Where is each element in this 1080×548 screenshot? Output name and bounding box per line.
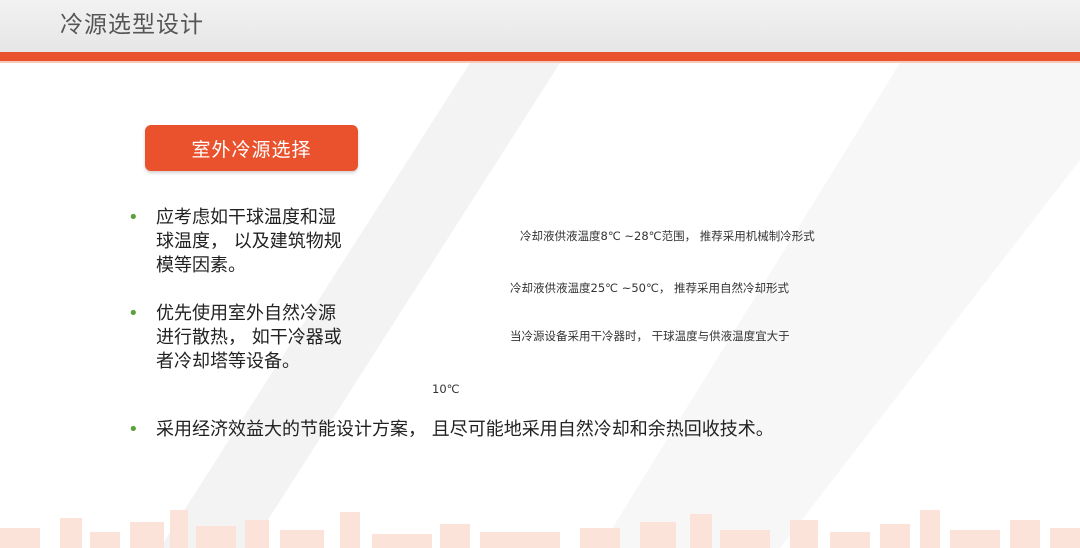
- bullet-1-line-2: 球温度， 以及建筑物规: [156, 231, 342, 252]
- bullet-1-line-1: 应考虑如干球温度和湿: [156, 207, 336, 228]
- note-mechanical-cooling: 冷却液供液温度8℃ ~28℃范围， 推荐采用机械制冷形式: [520, 229, 815, 243]
- note-dry-cooler: 当冷源设备采用干冷器时， 干球温度与供液温度宜大于: [510, 329, 790, 343]
- note-temperature: 10℃: [432, 382, 460, 396]
- bullet-marker: •: [128, 303, 139, 324]
- bullet-marker: •: [128, 207, 139, 228]
- bullet-marker: •: [128, 419, 139, 440]
- bullet-3-line-1: 采用经济效益大的节能设计方案， 且尽可能地采用自然冷却和余热回收技术。: [156, 419, 774, 440]
- bullet-1-line-3: 模等因素。: [156, 255, 246, 276]
- header-bar: 冷源选型设计: [0, 0, 1080, 52]
- city-skyline-decoration: [0, 510, 1080, 548]
- bullet-2-line-1: 优先使用室外自然冷源: [156, 303, 336, 324]
- accent-bar: [0, 52, 1080, 61]
- note-natural-cooling: 冷却液供液温度25℃ ~50℃， 推荐采用自然冷却形式: [510, 281, 790, 295]
- accent-line: [0, 61, 1080, 63]
- page-title: 冷源选型设计: [60, 12, 204, 38]
- bullet-2-line-3: 者冷却塔等设备。: [156, 351, 300, 372]
- bullet-2-line-2: 进行散热， 如干冷器或: [156, 327, 342, 348]
- outdoor-cooling-source-button[interactable]: 室外冷源选择: [145, 125, 358, 171]
